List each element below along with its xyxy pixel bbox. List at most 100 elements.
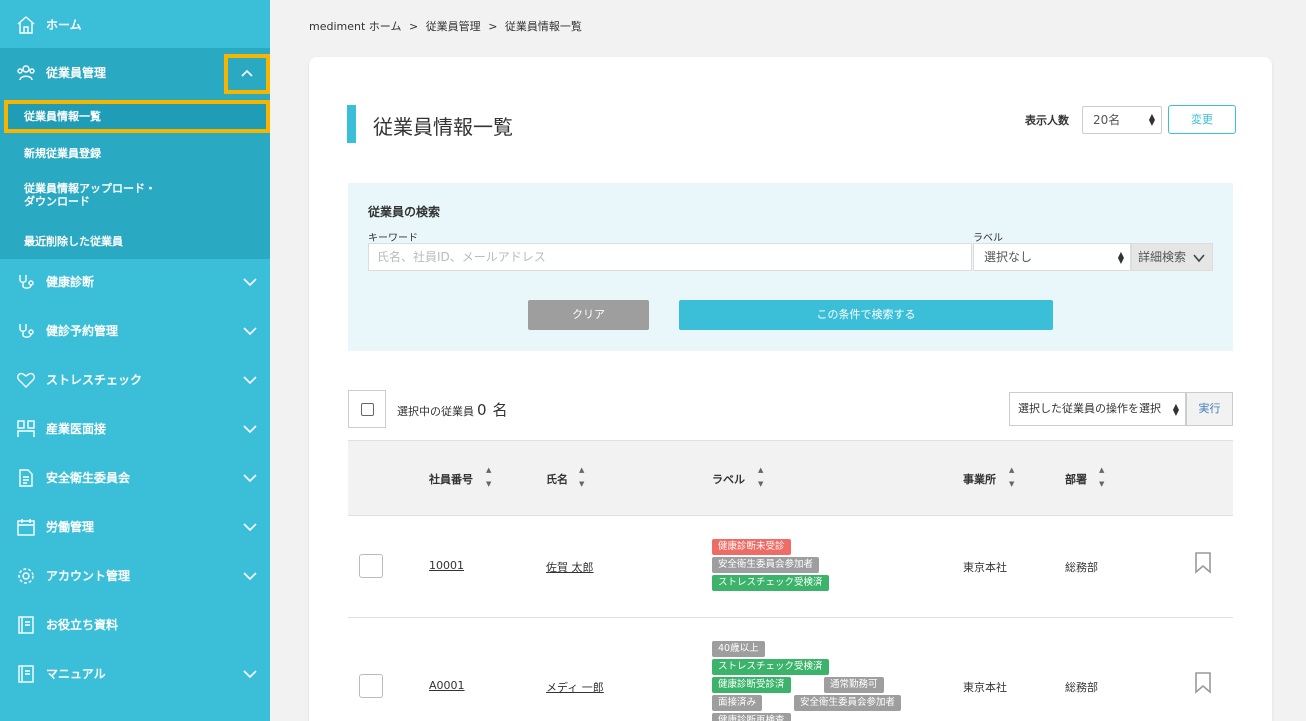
label-tag: 健康診断再検査 xyxy=(712,713,791,721)
keyword-input[interactable]: 氏名、社員ID、メールアドレス xyxy=(368,243,972,271)
sidebar-item-label: ホーム xyxy=(46,18,82,32)
column-header-label-col[interactable]: ラベル ▲ ▼ xyxy=(712,467,763,488)
column-header-label: 社員番号 xyxy=(429,473,473,486)
subnav-upload-download[interactable]: 従業員情報アップロード・ ダウンロード xyxy=(0,182,270,208)
breadcrumb-home[interactable]: mediment ホーム xyxy=(309,20,401,33)
row-checkbox[interactable] xyxy=(359,554,383,578)
column-header-label: ラベル xyxy=(712,473,745,486)
employee-name-link[interactable]: メディ 一郎 xyxy=(546,679,604,695)
search-submit-button[interactable]: この条件で検索する xyxy=(679,300,1053,330)
breadcrumb: mediment ホーム > 従業員管理 > 従業員情報一覧 xyxy=(309,18,586,34)
chevron-down-icon xyxy=(242,421,258,437)
office-cell: 東京本社 xyxy=(963,561,1007,574)
clear-button[interactable]: クリア xyxy=(528,300,649,330)
sidebar-item-label: アカウント管理 xyxy=(46,569,131,583)
subnav-employee-list[interactable]: 従業員情報一覧 xyxy=(4,100,270,133)
breadcrumb-employee-management[interactable]: 従業員管理 xyxy=(426,20,481,33)
chevron-down-icon xyxy=(1193,254,1205,263)
chevron-down-icon xyxy=(242,274,258,290)
employee-id-link[interactable]: 10001 xyxy=(429,559,464,572)
bulk-action-value: 選択した従業員の操作を選択 xyxy=(1018,402,1161,415)
calendar-icon xyxy=(15,516,37,538)
label-tag: 面接済み xyxy=(712,695,763,711)
execute-button[interactable]: 実行 xyxy=(1186,392,1233,426)
home-icon xyxy=(15,14,37,36)
column-header-employee-id[interactable]: 社員番号 ▲ ▼ xyxy=(429,467,491,488)
sidebar-item-labor-management[interactable]: 労働管理 xyxy=(0,502,270,551)
advanced-search-button[interactable]: 詳細検索 xyxy=(1131,243,1213,271)
column-header-name[interactable]: 氏名 ▲ ▼ xyxy=(546,467,584,488)
gear-icon xyxy=(15,565,37,587)
table-row: A0001 メディ 一郎 40歳以上 ストレスチェック受検済 健康診断受診済 通… xyxy=(348,618,1233,721)
sidebar-item-account-management[interactable]: アカウント管理 xyxy=(0,551,270,600)
breadcrumb-separator: > xyxy=(408,20,419,33)
subnav-new-employee[interactable]: 新規従業員登録 xyxy=(0,145,270,161)
book-icon xyxy=(15,614,37,636)
per-page-select[interactable]: 20名 ▲ ▼ xyxy=(1082,106,1162,134)
sidebar-item-checkup-booking[interactable]: 健診予約管理 xyxy=(0,306,270,355)
search-title: 従業員の検索 xyxy=(368,205,441,219)
updown-arrows-icon: ▲ ▼ xyxy=(1148,112,1155,127)
sidebar-item-stress-check[interactable]: ストレスチェック xyxy=(0,355,270,404)
selected-prefix: 選択中の従業員 xyxy=(397,405,474,418)
change-button[interactable]: 変更 xyxy=(1168,105,1236,134)
bookmark-icon[interactable] xyxy=(1194,552,1212,574)
employee-id-link[interactable]: A0001 xyxy=(429,679,465,692)
breadcrumb-current: 従業員情報一覧 xyxy=(504,20,582,33)
column-header-office[interactable]: 事業所 ▲ ▼ xyxy=(963,467,1014,488)
subnav-upload-line1: 従業員情報アップロード・ xyxy=(24,182,156,195)
sidebar-item-label: ストレスチェック xyxy=(46,373,143,387)
checkbox-box xyxy=(361,403,374,416)
sidebar-item-manual[interactable]: マニュアル xyxy=(0,649,270,698)
selected-count-text: 選択中の従業員 0 名 xyxy=(397,399,511,420)
stethoscope-icon xyxy=(15,320,37,342)
sidebar-item-resources[interactable]: お役立ち資料 xyxy=(0,600,270,649)
selected-suffix: 名 xyxy=(492,401,508,419)
main-card: 従業員情報一覧 表示人数 20名 ▲ ▼ 変更 従業員の検索 キーワード 氏名、社… xyxy=(309,57,1272,721)
sort-icon[interactable]: ▲ ▼ xyxy=(486,467,491,488)
sidebar-item-safety-committee[interactable]: 安全衛生委員会 xyxy=(0,453,270,502)
sidebar-item-health-check[interactable]: 健康診断 xyxy=(0,257,270,306)
table-row: 10001 佐賀 太郎 健康診断未受診 安全衛生委員会参加者 ストレスチェック受… xyxy=(348,516,1233,618)
office-cell: 東京本社 xyxy=(963,681,1007,694)
heart-icon xyxy=(15,369,37,391)
sort-icon[interactable]: ▲ ▼ xyxy=(579,467,584,488)
sidebar-item-label: 従業員管理 xyxy=(46,66,107,80)
department-cell: 総務部 xyxy=(1065,561,1098,574)
document-icon xyxy=(15,467,37,489)
subnav-recently-deleted[interactable]: 最近削除した従業員 xyxy=(0,233,270,249)
select-all-checkbox[interactable] xyxy=(348,390,386,428)
chevron-up-icon xyxy=(241,69,253,77)
stethoscope-icon xyxy=(15,271,37,293)
label-tag: ストレスチェック受検済 xyxy=(712,659,829,675)
sidebar-item-home[interactable]: ホーム xyxy=(0,0,270,49)
sidebar-item-label: 健診予約管理 xyxy=(46,324,119,338)
label-tag: 健康診断受診済 xyxy=(712,677,791,693)
sort-icon[interactable]: ▲ ▼ xyxy=(1099,467,1104,488)
collapse-toggle[interactable] xyxy=(224,54,270,94)
book-icon xyxy=(15,663,37,685)
label-tag: 40歳以上 xyxy=(712,641,765,657)
chevron-down-icon xyxy=(242,568,258,584)
column-header-label: 氏名 xyxy=(546,473,568,486)
label-filter-select[interactable]: 選択なし ▲ ▼ xyxy=(973,243,1131,271)
sidebar-item-label: 安全衛生委員会 xyxy=(46,471,131,485)
employee-submenu: 従業員情報一覧 新規従業員登録 従業員情報アップロード・ ダウンロード 最近削除… xyxy=(0,96,270,259)
updown-arrows-icon: ▲ ▼ xyxy=(1117,250,1124,265)
column-header-department[interactable]: 部署 ▲ ▼ xyxy=(1065,467,1104,488)
label-tag: 通常勤務可 xyxy=(824,677,884,693)
sidebar-item-doctor-interview[interactable]: 産業医面接 xyxy=(0,404,270,453)
chevron-down-icon xyxy=(242,666,258,682)
row-checkbox[interactable] xyxy=(359,674,383,698)
sort-icon[interactable]: ▲ ▼ xyxy=(1009,467,1014,488)
advanced-search-label: 詳細検索 xyxy=(1138,250,1187,264)
sidebar: ホーム 従業員管理 従業員情報一覧 新規従業員登録 従業員情報アップロード・ ダ… xyxy=(0,0,270,721)
column-header-label: 部署 xyxy=(1065,473,1087,486)
label-tag: 安全衛生委員会参加者 xyxy=(794,695,902,711)
chevron-down-icon xyxy=(242,470,258,486)
bulk-action-select[interactable]: 選択した従業員の操作を選択 ▲ ▼ xyxy=(1009,392,1186,426)
bookmark-icon[interactable] xyxy=(1194,672,1212,694)
selected-count: 0 xyxy=(477,401,487,419)
employee-name-link[interactable]: 佐賀 太郎 xyxy=(546,559,594,575)
sort-icon[interactable]: ▲ ▼ xyxy=(758,467,763,488)
